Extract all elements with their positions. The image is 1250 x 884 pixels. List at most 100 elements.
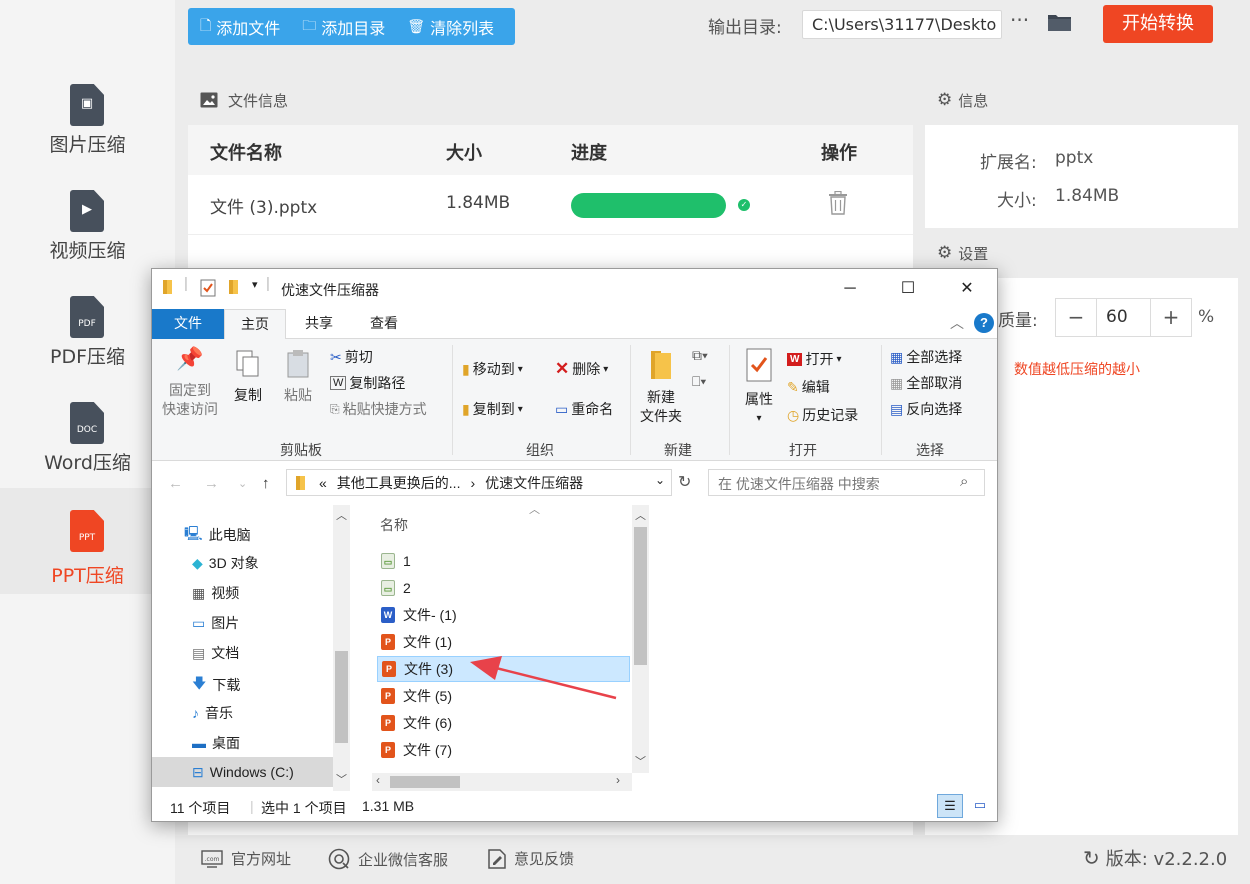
nav-item-windows-c[interactable]: ⊟ Windows (C:) xyxy=(152,757,333,787)
breadcrumb-item[interactable]: 其他工具更换后的... xyxy=(337,473,461,493)
collapse-ribbon-icon[interactable]: ︿ xyxy=(950,313,964,333)
delete-icon[interactable] xyxy=(828,191,848,215)
back-icon[interactable]: ← xyxy=(168,475,183,492)
nav-scrollbar[interactable]: ︿ ﹀ xyxy=(333,505,350,791)
paste-button[interactable]: 粘贴 xyxy=(280,349,316,405)
nav-item-desktop[interactable]: ▬ 桌面 xyxy=(192,733,240,753)
add-file-button[interactable]: 🗋 添加文件 xyxy=(200,15,280,39)
clear-list-button[interactable]: 🗑 清除列表 xyxy=(407,15,494,39)
tab-file[interactable]: 文件 xyxy=(152,309,224,339)
thumbnail-view-icon[interactable]: ▭ xyxy=(969,794,991,818)
maximize-button[interactable]: ☐ xyxy=(885,275,931,303)
dropdown-icon[interactable]: ▾ xyxy=(252,278,258,291)
breadcrumb-item[interactable]: 优速文件压缩器 xyxy=(485,473,583,493)
rename-button[interactable]: ▭ 重命名 xyxy=(555,399,613,419)
new-folder-icon[interactable] xyxy=(228,279,242,295)
new-folder-button[interactable]: 新建 文件夹 xyxy=(637,347,685,426)
details-view-icon[interactable]: ☰ xyxy=(937,794,963,818)
list-item[interactable]: P 文件 (7) xyxy=(377,737,630,763)
invert-selection-button[interactable]: ▤ 反向选择 xyxy=(890,399,962,419)
horizontal-scrollbar[interactable]: ‹ › xyxy=(372,773,632,791)
open-folder-icon[interactable] xyxy=(1047,12,1072,32)
new-item-icon: ⧉▾ xyxy=(692,347,708,363)
add-directory-button[interactable]: 🗀 添加目录 xyxy=(302,15,385,39)
nav-item-3d-objects[interactable]: ◆ 3D 对象 xyxy=(192,553,259,573)
scroll-thumb[interactable] xyxy=(335,651,348,743)
nav-item-documents[interactable]: ▤ 文档 xyxy=(192,643,239,663)
search-input[interactable]: 在 优速文件压缩器 中搜索 xyxy=(708,469,985,496)
more-options-button[interactable]: ··· xyxy=(1010,8,1029,32)
sidebar-item-word-compress[interactable]: DOC Word压缩 xyxy=(0,394,175,500)
nav-item-downloads[interactable]: 🡇 下载 xyxy=(192,673,240,697)
edit-button[interactable]: ✎ 编辑 xyxy=(787,377,830,397)
help-icon[interactable]: ? xyxy=(974,313,994,333)
tab-share[interactable]: 共享 xyxy=(294,309,344,339)
nav-item-this-pc[interactable]: 🖳 此电脑 xyxy=(184,523,251,547)
open-button[interactable]: W 打开 ▾ xyxy=(787,349,841,369)
sidebar-item-pdf-compress[interactable]: PDF PDF压缩 xyxy=(0,288,175,394)
properties-button[interactable]: 属性 ▾ xyxy=(739,347,779,428)
tab-home[interactable]: 主页 xyxy=(224,309,286,340)
paste-shortcut-button[interactable]: ⎘ 粘贴快捷方式 xyxy=(330,399,427,419)
sidebar-item-image-compress[interactable]: ▣ 图片压缩 xyxy=(0,76,175,182)
scroll-right-icon[interactable]: › xyxy=(616,773,620,787)
close-button[interactable]: ✕ xyxy=(944,275,990,303)
minimize-button[interactable]: ─ xyxy=(827,275,873,303)
selected-count: 选中 1 个项目 xyxy=(261,800,347,816)
gear-icon: ⚙ xyxy=(937,90,953,110)
list-item[interactable]: ▭ 2 xyxy=(377,575,630,601)
address-bar[interactable]: « 其他工具更换后的... › 优速文件压缩器 ⌄ xyxy=(286,469,672,496)
history-button[interactable]: ◷ 历史记录 xyxy=(787,405,858,425)
scroll-down-icon[interactable]: ﹀ xyxy=(635,753,646,769)
output-path-field[interactable]: C:\Users\31177\Deskto xyxy=(802,10,1002,39)
address-dropdown-icon[interactable]: ⌄ xyxy=(655,473,665,487)
scroll-thumb[interactable] xyxy=(390,776,460,788)
select-all-button[interactable]: ▦ 全部选择 xyxy=(890,347,962,367)
scroll-up-icon[interactable]: ︿ xyxy=(635,507,646,523)
website-link[interactable]: .com 官方网址 xyxy=(201,848,291,869)
scroll-down-icon[interactable]: ﹀ xyxy=(336,771,347,787)
quality-stepper[interactable]: − 60 + xyxy=(1055,298,1192,337)
copy-path-button[interactable]: W 复制路径 xyxy=(330,373,405,393)
nav-item-pictures[interactable]: ▭ 图片 xyxy=(192,613,239,633)
recent-dropdown-icon[interactable]: ⌄ xyxy=(238,477,247,490)
list-item[interactable]: P 文件 (6) xyxy=(377,710,630,736)
file-name-cell: 文件 (3).pptx xyxy=(210,198,318,218)
column-header-name[interactable]: 名称 xyxy=(380,515,408,535)
scroll-up-icon[interactable]: ︿ xyxy=(336,507,347,523)
sidebar-item-video-compress[interactable]: ▶ 视频压缩 xyxy=(0,182,175,288)
start-convert-button[interactable]: 开始转换 xyxy=(1103,5,1213,43)
scroll-thumb[interactable] xyxy=(634,527,647,665)
list-item[interactable]: ▭ 1 xyxy=(377,548,630,574)
feedback-link[interactable]: 意见反馈 xyxy=(488,848,574,869)
forward-icon[interactable]: → xyxy=(204,475,219,492)
nav-item-music[interactable]: ♪ 音乐 xyxy=(192,703,233,723)
sidebar-item-ppt-compress[interactable]: PPT PPT压缩 xyxy=(0,488,175,594)
list-item[interactable]: P 文件 (1) xyxy=(377,629,630,655)
file-list-scrollbar[interactable]: ︿ ﹀ xyxy=(632,505,649,773)
select-none-button[interactable]: ▦ 全部取消 xyxy=(890,373,962,393)
up-icon[interactable]: ↑ xyxy=(262,475,270,492)
copy-to-button[interactable]: ▮ 复制到 ▾ xyxy=(462,399,523,419)
copy-button[interactable]: 复制 xyxy=(230,349,266,405)
quality-input[interactable]: 60 xyxy=(1096,299,1151,336)
gear-icon: ⚙ xyxy=(937,243,953,263)
extension-label: 扩展名: xyxy=(980,153,1037,173)
cut-button[interactable]: ✂ 剪切 xyxy=(330,347,373,367)
easy-access-button[interactable]: ⎕▾ xyxy=(692,373,706,390)
increment-button[interactable]: + xyxy=(1151,299,1191,336)
pin-quick-access-button[interactable]: 📌 固定到 快速访问 xyxy=(160,348,220,419)
tab-view[interactable]: 查看 xyxy=(359,309,409,339)
decrement-button[interactable]: − xyxy=(1056,299,1096,336)
wechat-support-link[interactable]: 企业微信客服 xyxy=(328,848,448,870)
move-to-button[interactable]: ▮ 移动到 ▾ xyxy=(462,359,523,379)
scroll-left-icon[interactable]: ‹ xyxy=(376,773,380,787)
table-row[interactable]: 文件 (3).pptx 1.84MB ✓ xyxy=(188,175,913,235)
delete-button[interactable]: ✕ 删除 ▾ xyxy=(555,359,608,379)
refresh-icon[interactable]: ↻ xyxy=(678,472,691,492)
properties-icon[interactable] xyxy=(200,279,216,297)
new-item-button[interactable]: ⧉▾ xyxy=(692,347,708,364)
nav-item-videos[interactable]: ▦ 视频 xyxy=(192,583,239,603)
list-item[interactable]: W 文件- (1) xyxy=(377,602,630,628)
file-icon: 🗋 xyxy=(200,17,212,34)
